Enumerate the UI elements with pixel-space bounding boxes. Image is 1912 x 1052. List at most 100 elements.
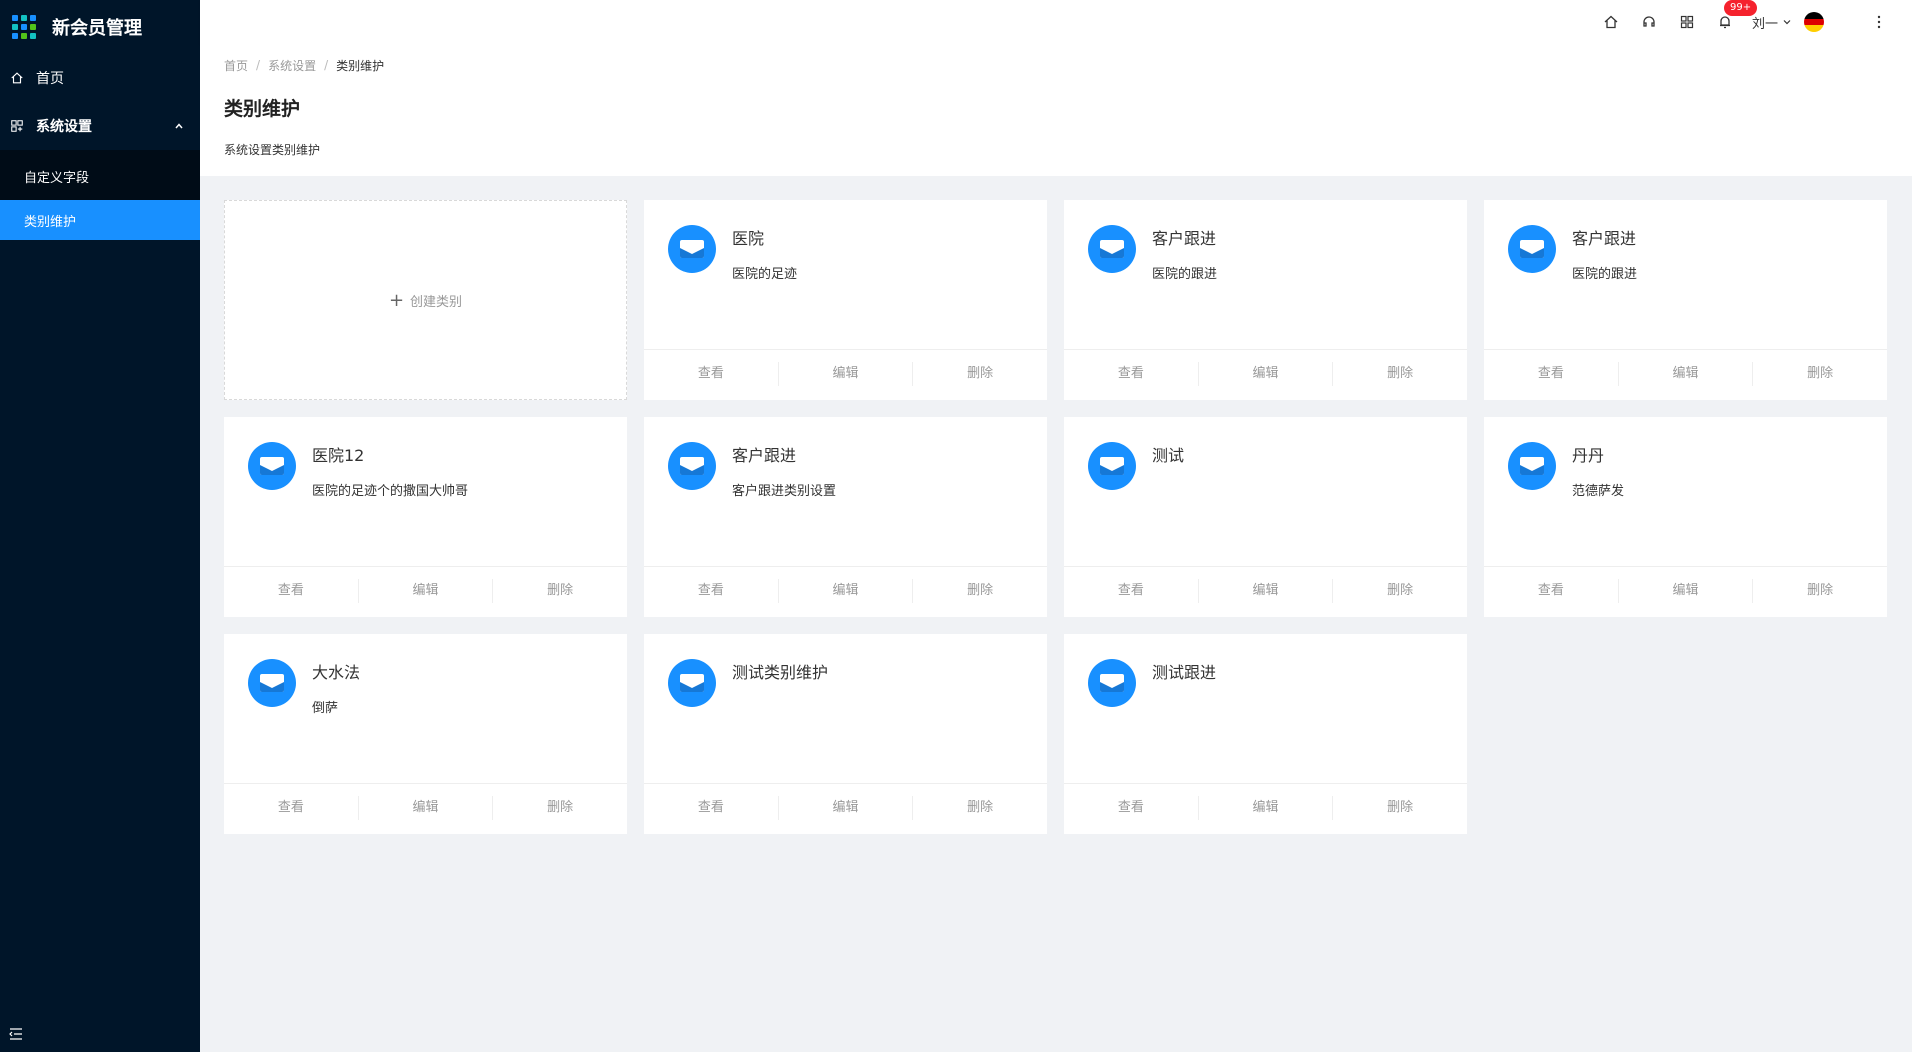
view-button[interactable]: 查看 — [1064, 796, 1199, 820]
card-actions: 查看 编辑 删除 — [1484, 350, 1887, 398]
card-actions: 查看 编辑 删除 — [1064, 350, 1467, 398]
delete-button[interactable]: 删除 — [913, 362, 1047, 386]
sidebar-item-settings[interactable]: 系统设置 — [0, 102, 200, 150]
breadcrumb-current: 类别维护 — [336, 58, 385, 73]
user-menu[interactable]: 刘一 — [1752, 12, 1824, 32]
apps-grid-icon — [12, 15, 36, 39]
page-header: 首页 / 系统设置 / 类别维护 类别维护 系统设置类别维护 — [200, 44, 1912, 176]
category-card: 医院12 医院的足迹个的撒国大帅哥 查看 编辑 删除 — [224, 417, 627, 617]
mail-icon — [668, 659, 716, 707]
apps-button[interactable] — [1668, 0, 1706, 44]
delete-button[interactable]: 删除 — [493, 579, 627, 603]
sidebar-item-label: 首页 — [36, 71, 64, 87]
category-card: 丹丹 范德萨发 查看 编辑 删除 — [1484, 417, 1887, 617]
notification-button[interactable]: 99+ — [1706, 0, 1758, 44]
card-title: 丹丹 — [1572, 446, 1605, 465]
view-button[interactable]: 查看 — [224, 579, 359, 603]
edit-button[interactable]: 编辑 — [1619, 579, 1754, 603]
view-button[interactable]: 查看 — [644, 579, 779, 603]
bell-icon — [1719, 16, 1730, 29]
edit-button[interactable]: 编辑 — [1619, 362, 1754, 386]
breadcrumb-item[interactable]: 首页 — [224, 57, 248, 74]
breadcrumb: 首页 / 系统设置 / 类别维护 — [224, 56, 1888, 74]
category-card: 测试跟进 查看 编辑 删除 — [1064, 634, 1467, 834]
card-title: 测试类别维护 — [732, 663, 829, 682]
app-logo[interactable]: 新会员管理 — [0, 0, 200, 54]
edit-button[interactable]: 编辑 — [359, 579, 494, 603]
card-actions: 查看 编辑 删除 — [1064, 784, 1467, 832]
sidebar-item-category[interactable]: 类别维护 — [0, 200, 200, 240]
mail-icon — [1088, 659, 1136, 707]
page-description: 系统设置类别维护 — [224, 143, 321, 157]
support-button[interactable] — [1630, 0, 1668, 44]
user-name: 刘一 — [1751, 16, 1778, 32]
view-button[interactable]: 查看 — [644, 796, 779, 820]
notification-badge: 99+ — [1723, 0, 1758, 16]
menu-fold-icon[interactable] — [8, 1026, 24, 1042]
card-title: 客户跟进 — [1572, 229, 1637, 248]
mail-icon — [1508, 442, 1556, 490]
language-flag-icon[interactable] — [1804, 12, 1824, 32]
headset-icon — [1643, 16, 1655, 27]
edit-button[interactable]: 编辑 — [779, 796, 914, 820]
create-category-button[interactable]: + 创建类别 — [224, 200, 627, 400]
sidebar-item-home[interactable]: 首页 — [0, 54, 200, 102]
card-description: 医院的跟进 — [1152, 267, 1218, 282]
category-card: 测试 查看 编辑 删除 — [1064, 417, 1467, 617]
category-card: 测试类别维护 查看 编辑 删除 — [644, 634, 1047, 834]
edit-button[interactable]: 编辑 — [1199, 796, 1334, 820]
mail-icon — [248, 659, 296, 707]
breadcrumb-separator: / — [324, 58, 329, 72]
delete-button[interactable]: 删除 — [913, 579, 1047, 603]
edit-button[interactable]: 编辑 — [359, 796, 494, 820]
app-title: 新会员管理 — [52, 18, 142, 39]
home-button[interactable] — [1592, 0, 1630, 44]
view-button[interactable]: 查看 — [1064, 579, 1199, 603]
card-title: 测试跟进 — [1152, 663, 1217, 682]
card-actions: 查看 编辑 删除 — [224, 567, 627, 615]
apps-icon — [1680, 15, 1694, 29]
breadcrumb-item[interactable]: 系统设置 — [268, 57, 316, 74]
category-card: 客户跟进 客户跟进类别设置 查看 编辑 删除 — [644, 417, 1047, 617]
category-card: 客户跟进 医院的跟进 查看 编辑 删除 — [1064, 200, 1467, 400]
sidebar-item-custom-fields[interactable]: 自定义字段 — [0, 152, 200, 200]
delete-button[interactable]: 删除 — [1753, 579, 1887, 603]
card-actions: 查看 编辑 删除 — [1484, 567, 1887, 615]
mail-icon — [248, 442, 296, 490]
edit-button[interactable]: 编辑 — [1199, 579, 1334, 603]
category-card: 客户跟进 医院的跟进 查看 编辑 删除 — [1484, 200, 1887, 400]
view-button[interactable]: 查看 — [1484, 362, 1619, 386]
create-category-label: 创建类别 — [410, 294, 463, 310]
delete-button[interactable]: 删除 — [1753, 362, 1887, 386]
category-grid: + 创建类别 医院 医院的足迹 查看 编辑 删除 客户跟进 医院的跟进 查看 编… — [224, 200, 1888, 834]
more-vertical-icon — [1877, 15, 1881, 29]
more-button[interactable] — [1864, 15, 1894, 29]
delete-button[interactable]: 删除 — [493, 796, 627, 820]
card-description: 医院的足迹 — [732, 267, 798, 282]
delete-button[interactable]: 删除 — [1333, 579, 1467, 603]
page-title: 类别维护 — [224, 98, 301, 120]
edit-button[interactable]: 编辑 — [1199, 362, 1334, 386]
mail-icon — [1508, 225, 1556, 273]
delete-button[interactable]: 删除 — [1333, 796, 1467, 820]
sidebar-item-label: 自定义字段 — [24, 170, 90, 186]
view-button[interactable]: 查看 — [644, 362, 779, 386]
card-title: 测试 — [1152, 446, 1185, 465]
view-button[interactable]: 查看 — [224, 796, 359, 820]
category-card: 大水法 倒萨 查看 编辑 删除 — [224, 634, 627, 834]
card-actions: 查看 编辑 删除 — [644, 567, 1047, 615]
delete-button[interactable]: 删除 — [913, 796, 1047, 820]
chevron-up-icon — [175, 123, 183, 129]
top-header: 99+ 刘一 — [200, 0, 1912, 44]
view-button[interactable]: 查看 — [1064, 362, 1199, 386]
view-button[interactable]: 查看 — [1484, 579, 1619, 603]
home-icon — [11, 72, 23, 84]
category-card: 医院 医院的足迹 查看 编辑 删除 — [644, 200, 1047, 400]
settings-submenu: 自定义字段 类别维护 — [0, 150, 200, 240]
edit-button[interactable]: 编辑 — [779, 579, 914, 603]
card-title: 客户跟进 — [1152, 229, 1217, 248]
edit-button[interactable]: 编辑 — [779, 362, 914, 386]
breadcrumb-separator: / — [256, 58, 261, 72]
card-title: 医院 — [732, 229, 765, 248]
delete-button[interactable]: 删除 — [1333, 362, 1467, 386]
